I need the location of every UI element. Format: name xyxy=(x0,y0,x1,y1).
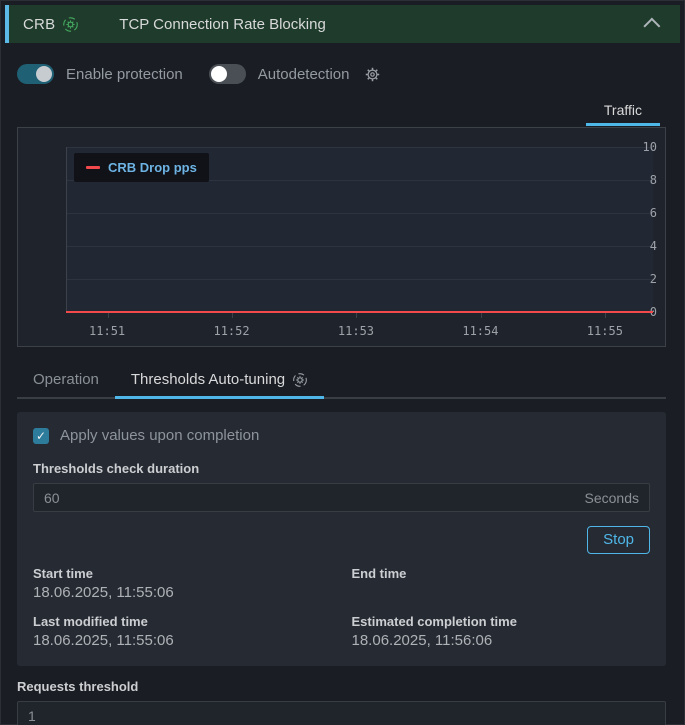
settings-tabs: Operation Thresholds Auto-tuning xyxy=(17,364,666,399)
auto-tuning-panel: ✓ Apply values upon completion Threshold… xyxy=(17,412,666,666)
x-axis-tick-label: 11:52 xyxy=(213,324,249,338)
toggle-knob xyxy=(211,66,227,82)
x-axis-tick-label: 11:51 xyxy=(89,324,125,338)
last-modified-time-label: Last modified time xyxy=(33,614,332,629)
tab-traffic[interactable]: Traffic xyxy=(580,96,666,126)
enable-protection-label: Enable protection xyxy=(66,66,183,83)
stop-button[interactable]: Stop xyxy=(587,526,650,554)
autotune-icon xyxy=(292,372,308,388)
start-time-block: Start time 18.06.2025, 11:55:06 xyxy=(33,566,332,602)
traffic-chart[interactable]: CRB Drop pps 108642011:5111:5211:5311:54… xyxy=(17,127,666,347)
autotune-icon xyxy=(62,16,79,33)
autodetection-settings-gear-icon[interactable] xyxy=(364,66,381,83)
x-axis-tick xyxy=(356,313,357,318)
y-axis-tick-label: 4 xyxy=(621,239,657,253)
x-axis-tick xyxy=(605,313,606,318)
x-axis-tick-label: 11:55 xyxy=(587,324,623,338)
requests-threshold-field: Requests threshold 1 xyxy=(17,679,666,725)
autodetection-toggle[interactable] xyxy=(209,64,246,84)
tab-thresholds-auto-tuning[interactable]: Thresholds Auto-tuning xyxy=(115,364,324,397)
requests-threshold-label: Requests threshold xyxy=(17,679,666,694)
x-axis-tick-label: 11:53 xyxy=(338,324,374,338)
y-gridline xyxy=(67,213,653,214)
tab-active-indicator xyxy=(115,396,324,399)
section-header[interactable]: CRB TCP Connection Rate Blocking xyxy=(5,5,680,43)
requests-threshold-value: 1 xyxy=(28,708,36,724)
protection-toggles-row: Enable protection Autodetection xyxy=(17,60,666,88)
y-gridline xyxy=(67,147,653,148)
estimated-completion-time-label: Estimated completion time xyxy=(352,614,651,629)
times-grid: Start time 18.06.2025, 11:55:06 End time… xyxy=(33,566,650,650)
apply-values-label: Apply values upon completion xyxy=(60,427,259,444)
toggle-knob xyxy=(36,66,52,82)
y-gridline xyxy=(67,246,653,247)
x-axis-tick xyxy=(481,313,482,318)
estimated-completion-time-block: Estimated completion time 18.06.2025, 11… xyxy=(352,614,651,650)
tab-active-indicator xyxy=(586,123,660,126)
last-modified-time-value: 18.06.2025, 11:55:06 xyxy=(33,632,332,650)
start-time-value: 18.06.2025, 11:55:06 xyxy=(33,584,332,602)
estimated-completion-time-value: 18.06.2025, 11:56:06 xyxy=(352,632,651,650)
end-time-label: End time xyxy=(352,566,651,581)
legend-swatch-red xyxy=(86,166,100,169)
tab-operation-label: Operation xyxy=(33,371,99,388)
tab-operation[interactable]: Operation xyxy=(17,364,115,397)
x-axis-tick xyxy=(232,313,233,318)
y-gridline xyxy=(67,279,653,280)
chart-tabs-row: Traffic xyxy=(17,96,666,126)
crb-section: CRB TCP Connection Rate Blocking Enable … xyxy=(1,1,684,724)
enable-protection-toggle[interactable] xyxy=(17,64,54,84)
end-time-block: End time xyxy=(352,566,651,602)
duration-unit: Seconds xyxy=(585,490,639,506)
plot-area: CRB Drop pps xyxy=(66,147,653,313)
apply-values-row: ✓ Apply values upon completion xyxy=(33,427,650,444)
series-line-crb-drop-pps xyxy=(66,311,653,313)
crb-badge: CRB xyxy=(23,16,55,33)
x-axis-tick xyxy=(108,313,109,318)
duration-label: Thresholds check duration xyxy=(33,461,650,476)
start-time-label: Start time xyxy=(33,566,332,581)
y-axis-tick-label: 2 xyxy=(621,272,657,286)
end-time-value xyxy=(352,584,651,602)
tab-auto-tuning-label: Thresholds Auto-tuning xyxy=(131,371,285,388)
y-axis-tick-label: 6 xyxy=(621,206,657,220)
requests-threshold-input[interactable]: 1 xyxy=(17,701,666,725)
chart-legend[interactable]: CRB Drop pps xyxy=(74,153,209,182)
legend-series-label: CRB Drop pps xyxy=(108,160,197,175)
autodetection-label: Autodetection xyxy=(258,66,350,83)
section-title: TCP Connection Rate Blocking xyxy=(119,16,648,33)
y-axis-tick-label: 8 xyxy=(621,173,657,187)
tab-traffic-label: Traffic xyxy=(604,102,642,118)
apply-values-checkbox[interactable]: ✓ xyxy=(33,428,49,444)
x-axis-tick-label: 11:54 xyxy=(462,324,498,338)
last-modified-time-block: Last modified time 18.06.2025, 11:55:06 xyxy=(33,614,332,650)
y-axis-tick-label: 10 xyxy=(621,140,657,154)
duration-input[interactable]: 60 Seconds xyxy=(33,483,650,512)
duration-value: 60 xyxy=(44,490,60,506)
